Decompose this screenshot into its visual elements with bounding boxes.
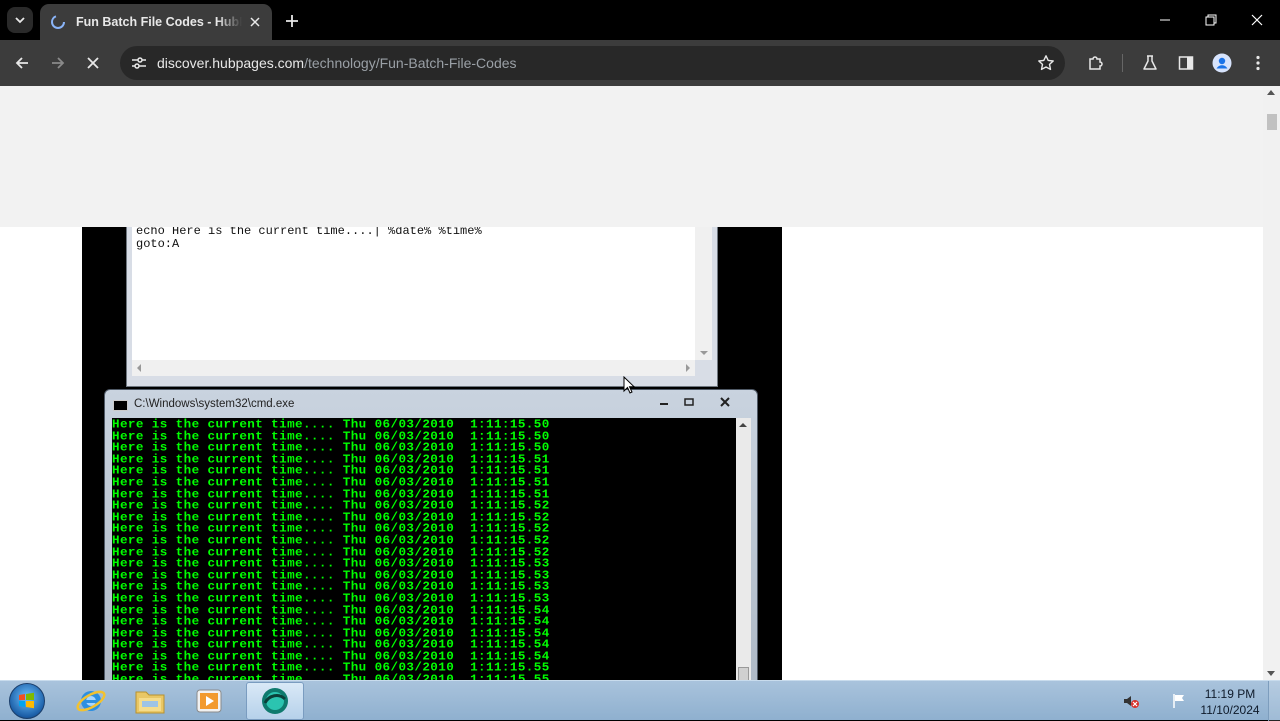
cmd-maximize (677, 393, 701, 410)
cmd-scroll-thumb (738, 667, 749, 680)
cmd-window-title: C:\Windows\system32\cmd.exe (134, 398, 295, 410)
scroll-up-arrow-icon (739, 423, 747, 427)
more-vert-icon (1256, 55, 1260, 71)
tab-title: Fun Batch File Codes - HubPages (76, 15, 242, 29)
page-scroll-thumb[interactable] (1267, 114, 1277, 130)
bookmark-star-icon[interactable] (1037, 54, 1055, 72)
tab-search-button[interactable] (7, 7, 33, 33)
notepad-text: echo Here is the current time....| %date… (132, 227, 695, 360)
page-viewport: echo Here is the current time....| %date… (0, 86, 1280, 680)
profile-button[interactable] (1208, 49, 1236, 77)
close-icon (250, 17, 260, 27)
notepad-line: goto:A (136, 237, 180, 251)
side-panel-button[interactable] (1172, 49, 1200, 77)
close-icon (87, 57, 99, 69)
taskbar-clock[interactable]: 11:19 PM 11/10/2024 (1193, 686, 1267, 718)
side-panel-icon (1178, 56, 1194, 70)
puzzle-piece-icon (1089, 56, 1103, 70)
chevron-down-icon (15, 17, 25, 24)
address-bar[interactable]: discover.hubpages.com/technology/Fun-Bat… (120, 46, 1065, 80)
article-screenshot-image: echo Here is the current time....| %date… (82, 227, 782, 680)
chrome-menu-button[interactable] (1244, 49, 1272, 77)
internet-explorer-icon (76, 690, 106, 712)
close-icon (720, 396, 730, 407)
minimize-icon (660, 402, 668, 405)
scroll-down-arrow-icon (700, 351, 708, 355)
cmd-minimize (652, 393, 676, 410)
restore-window-button[interactable] (1188, 0, 1234, 40)
tab-close-button[interactable] (246, 13, 264, 31)
show-desktop-button[interactable] (1268, 681, 1280, 721)
minimize-icon (1160, 19, 1170, 21)
restore-icon (1205, 14, 1217, 26)
notepad-line: echo Here is the current time....| %date… (136, 227, 482, 238)
cmd-window: C:\Windows\system32\cmd.exe Here is the … (104, 389, 758, 680)
site-settings-icon[interactable] (130, 54, 148, 72)
labs-button[interactable] (1136, 49, 1164, 77)
scroll-down-arrow-icon[interactable] (1267, 671, 1275, 676)
new-tab-button[interactable] (280, 9, 304, 33)
taskbar-file-explorer[interactable] (121, 682, 179, 720)
plus-icon (286, 15, 298, 27)
scroll-up-arrow-icon[interactable] (1267, 90, 1275, 95)
forward-button[interactable] (44, 49, 72, 77)
media-player-icon (196, 689, 222, 713)
close-window-button[interactable] (1234, 0, 1280, 40)
browser-app-icon (262, 688, 288, 714)
volume-muted-icon[interactable] (1122, 692, 1140, 710)
back-button[interactable] (8, 49, 36, 77)
url-path: /technology/Fun-Batch-File-Codes (304, 55, 517, 71)
close-icon (1251, 14, 1263, 26)
url-text: discover.hubpages.com/technology/Fun-Bat… (157, 55, 517, 71)
browser-toolbar: discover.hubpages.com/technology/Fun-Bat… (0, 40, 1280, 86)
folder-icon (135, 691, 165, 714)
taskbar-active-app[interactable] (246, 682, 304, 720)
clock-date: 11/10/2024 (1200, 703, 1260, 717)
tab-strip: Fun Batch File Codes - HubPages (0, 0, 1280, 40)
cmd-console-output: Here is the current time.... Thu 06/03/2… (112, 418, 736, 680)
mouse-cursor-icon (623, 376, 635, 394)
cmd-icon (113, 400, 128, 411)
ad-banner-area (0, 86, 1263, 227)
active-tab[interactable]: Fun Batch File Codes - HubPages (40, 4, 272, 40)
action-center-flag-icon[interactable] (1170, 692, 1188, 710)
scroll-left-arrow-icon (137, 364, 141, 372)
windows-logo-icon (19, 692, 34, 709)
page-scrollbar[interactable] (1263, 86, 1280, 680)
minimize-window-button[interactable] (1142, 0, 1188, 40)
taskbar-internet-explorer[interactable] (62, 682, 120, 720)
clock-time: 11:19 PM (1204, 687, 1256, 701)
start-button[interactable] (9, 683, 45, 719)
notepad-horizontal-scrollbar (132, 360, 695, 376)
maximize-icon (684, 397, 694, 406)
scroll-right-arrow-icon (686, 364, 690, 372)
notepad-window: echo Here is the current time....| %date… (126, 227, 718, 387)
stop-loading-button[interactable] (79, 49, 107, 77)
cmd-scrollbar (736, 418, 751, 680)
url-host: discover.hubpages.com (157, 55, 305, 71)
flask-icon (1143, 55, 1157, 70)
arrow-left-icon (15, 57, 28, 69)
extensions-button[interactable] (1082, 49, 1110, 77)
taskbar: 11:19 PM 11/10/2024 (0, 680, 1280, 721)
avatar-icon (1212, 53, 1232, 73)
notepad-vertical-scrollbar (695, 227, 712, 360)
arrow-right-icon (52, 57, 65, 69)
toolbar-divider (1122, 54, 1123, 72)
cmd-close (703, 393, 747, 410)
taskbar-media-player[interactable] (180, 682, 238, 720)
loading-spinner-icon (51, 15, 65, 29)
